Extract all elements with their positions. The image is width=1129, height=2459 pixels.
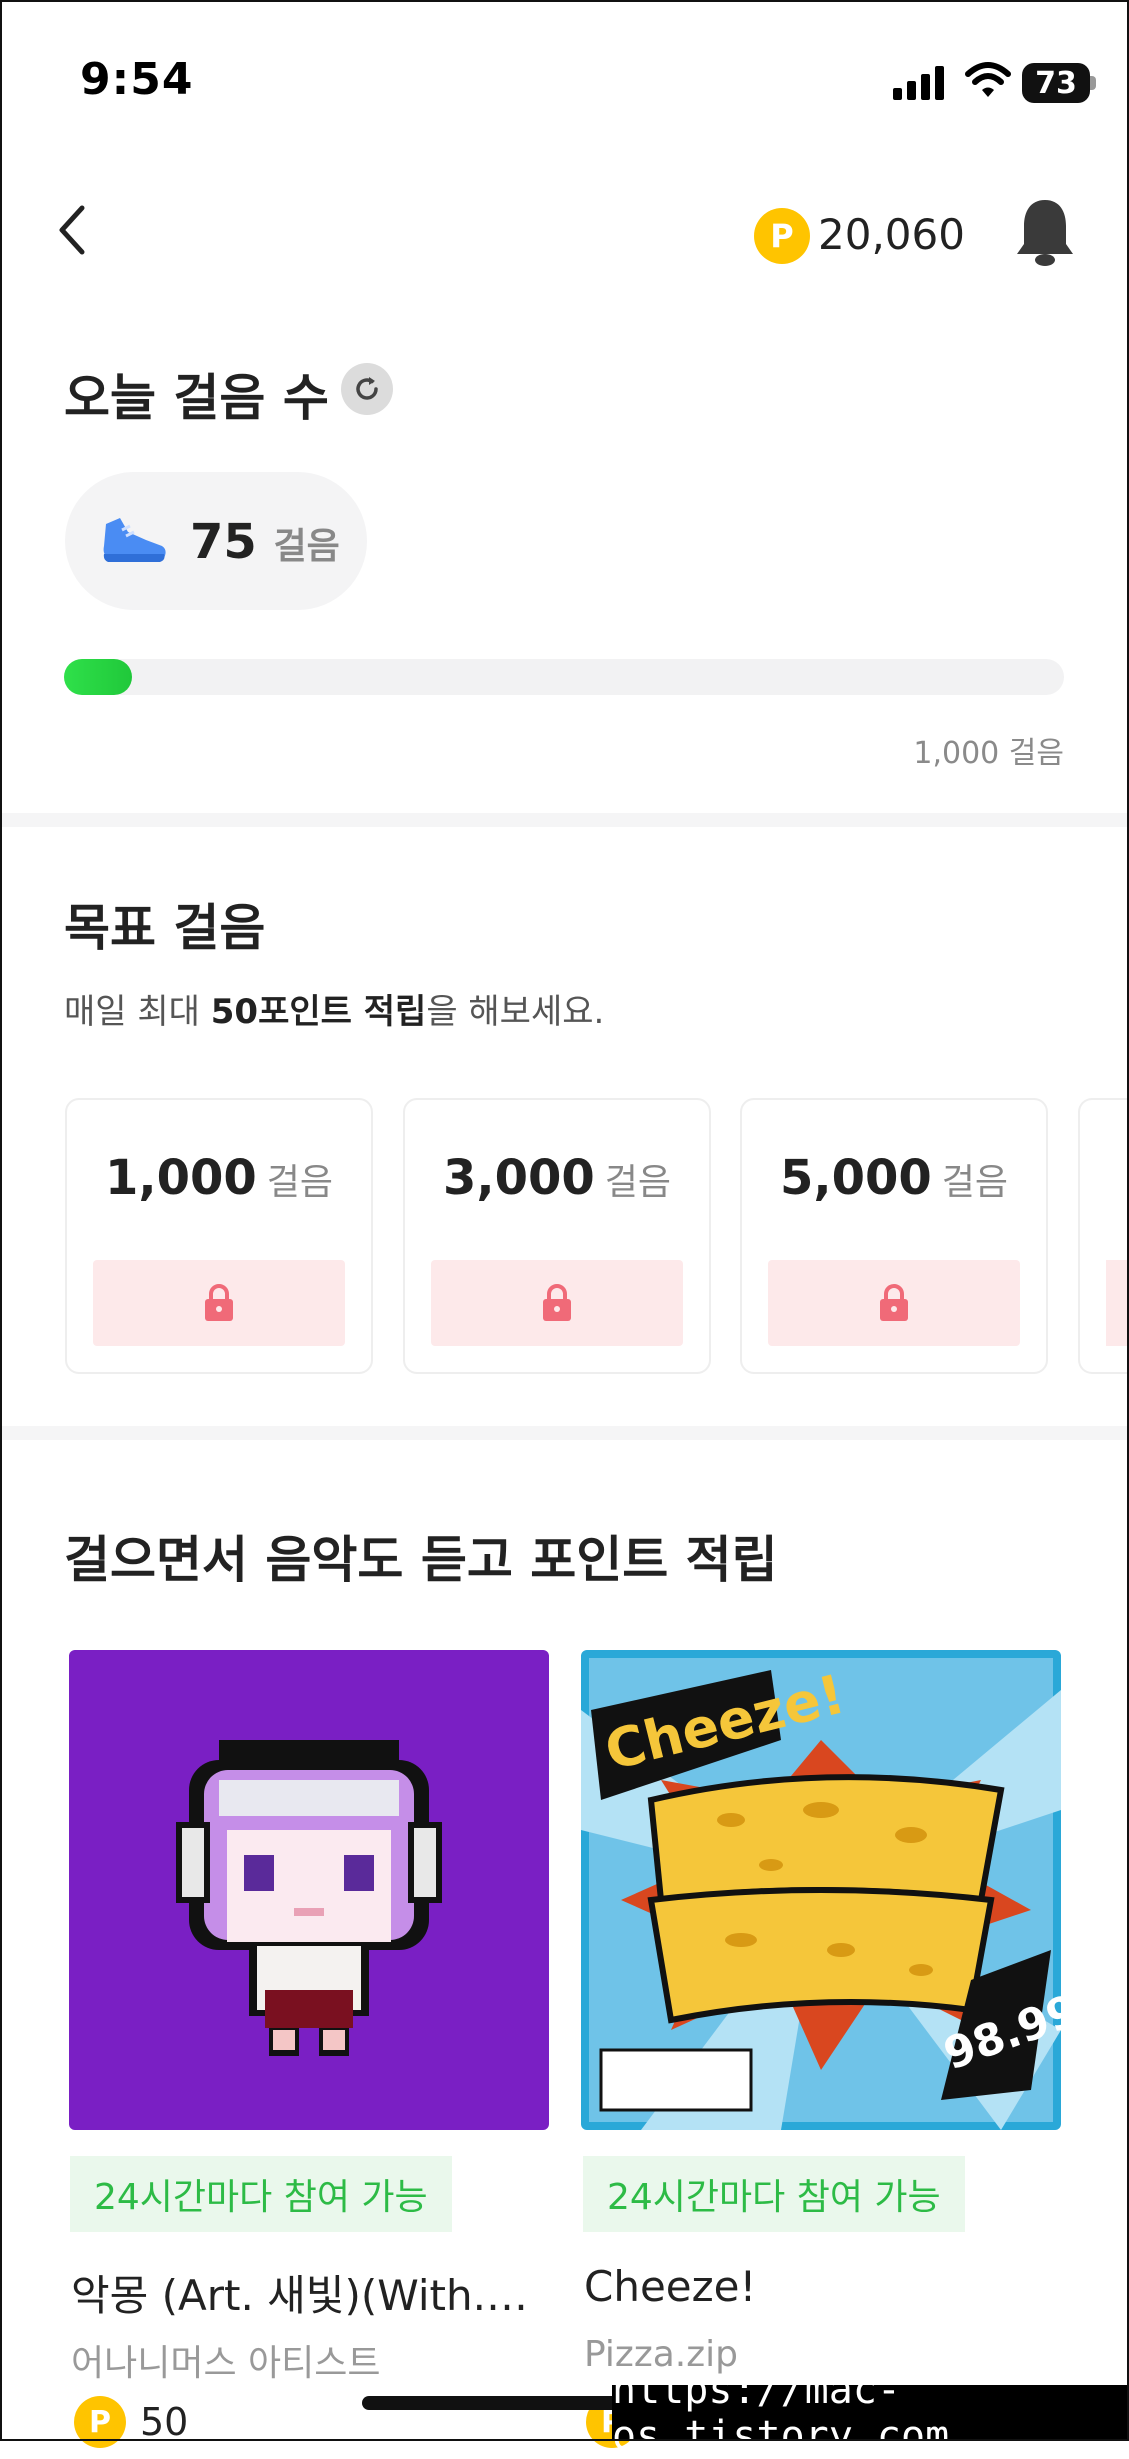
goal-value: 1,000	[104, 1150, 257, 1206]
step-count: 75 걸음	[190, 514, 340, 570]
lock-icon	[543, 1284, 571, 1321]
album-art-nightmare[interactable]	[69, 1650, 549, 2130]
step-count-value: 75	[190, 514, 257, 570]
song-title[interactable]: 악몽 (Art. 새빛)(With. Guest)	[71, 2262, 541, 2323]
reward-value: 50	[140, 2400, 189, 2444]
back-arrow-icon[interactable]	[52, 200, 92, 260]
goal-unit: 걸음	[266, 1162, 334, 1203]
goal-card-1000[interactable]: 1,000 걸음	[65, 1098, 373, 1374]
bell-icon[interactable]	[1014, 196, 1076, 268]
refresh-icon	[356, 377, 378, 400]
battery-icon: 73	[1022, 63, 1090, 103]
point-balance[interactable]: 20,060	[818, 210, 965, 259]
goal-card-partial[interactable]	[1078, 1098, 1129, 1374]
album-art-cheeze[interactable]: Cheeze! 98.99	[581, 1650, 1061, 2130]
step-progress-bar	[64, 659, 1064, 695]
song-title[interactable]: Cheeze!	[584, 2262, 1054, 2311]
progress-goal-label: 1,000 걸음	[913, 736, 1064, 771]
sneaker-icon	[103, 518, 166, 562]
reward-points: P 50	[74, 2396, 188, 2448]
goal-lock-button[interactable]	[93, 1260, 345, 1346]
status-time: 9:54	[80, 54, 194, 105]
artist-name: 어나니머스 아티스트	[71, 2343, 381, 2384]
lock-icon	[880, 1284, 908, 1321]
point-coin-icon: P	[754, 208, 810, 264]
step-count-unit: 걸음	[273, 526, 340, 567]
subtitle-bold: 50포인트 적립	[210, 992, 427, 1032]
comic-cheese-art: Cheeze! 98.99	[581, 1658, 1061, 2130]
subtitle-suffix: 을 해보세요.	[426, 992, 605, 1032]
goal-card-3000[interactable]: 3,000 걸음	[403, 1098, 711, 1374]
wifi-icon	[965, 62, 1011, 97]
goal-lock-button[interactable]	[431, 1260, 683, 1346]
watermark: https://mac-os.tistory.com	[612, 2367, 1129, 2459]
participation-tag: 24시간마다 참여 가능	[583, 2156, 965, 2232]
goal-steps-title: 목표 걸음	[64, 899, 266, 957]
goal-lock-button[interactable]	[1106, 1260, 1129, 1346]
point-coin-icon: P	[74, 2396, 126, 2448]
goal-steps-subtitle: 매일 최대 50포인트 적립을 해보세요.	[64, 984, 604, 1033]
goal-value: 5,000	[779, 1150, 932, 1206]
pixel-girl-art	[176, 1740, 442, 2056]
participation-tag: 24시간마다 참여 가능	[70, 2156, 452, 2232]
music-section-title: 걸으면서 음악도 듣고 포인트 적립	[64, 1531, 778, 1589]
goal-lock-button[interactable]	[768, 1260, 1020, 1346]
goal-unit: 걸음	[604, 1162, 672, 1203]
subtitle-prefix: 매일 최대	[64, 992, 211, 1032]
section-divider	[0, 813, 1129, 827]
refresh-button[interactable]	[341, 363, 393, 415]
cellular-signal-icon	[893, 66, 944, 100]
goal-unit: 걸음	[941, 1162, 1009, 1203]
today-steps-title: 오늘 걸음 수	[64, 369, 329, 427]
goal-card-5000[interactable]: 5,000 걸음	[740, 1098, 1048, 1374]
lock-icon	[205, 1284, 233, 1321]
battery-cap	[1090, 76, 1096, 90]
step-progress-fill	[64, 659, 132, 695]
goal-value: 3,000	[442, 1150, 595, 1206]
section-divider	[0, 1426, 1129, 1440]
